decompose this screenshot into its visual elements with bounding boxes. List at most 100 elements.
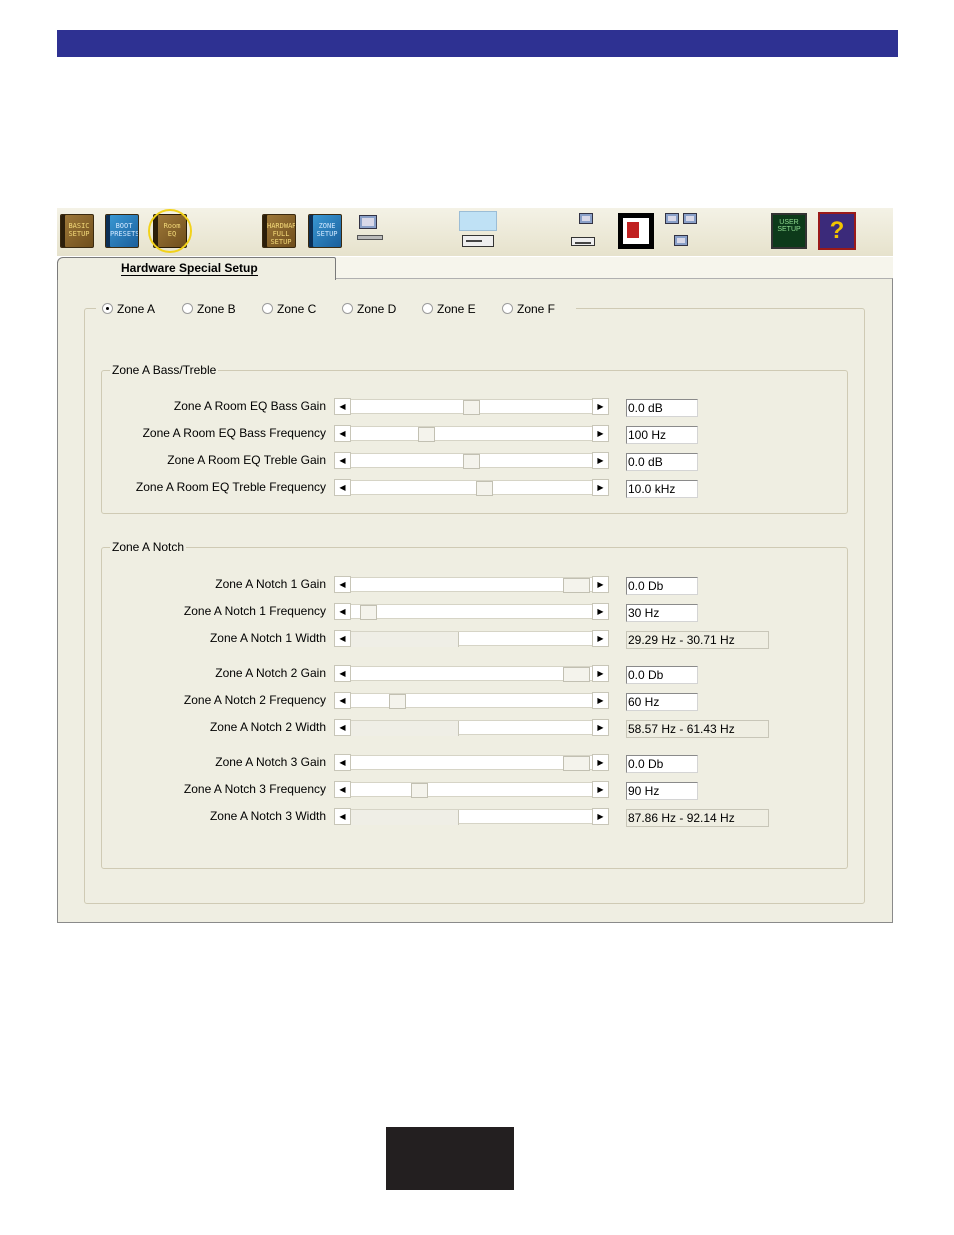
arrow-left-icon[interactable]: ◀ (334, 576, 351, 593)
arrow-left-icon[interactable]: ◀ (334, 425, 351, 442)
slider-freq[interactable]: ◀ ▶ (334, 692, 609, 709)
slider-track[interactable] (351, 480, 592, 496)
zone-radio-d[interactable]: Zone D (342, 302, 396, 316)
slider-track[interactable] (351, 631, 592, 647)
slider-thumb[interactable] (418, 427, 435, 442)
value-field[interactable]: 0.0 dB (626, 453, 698, 471)
slider-thumb[interactable] (476, 481, 493, 496)
selected-ring (148, 209, 192, 253)
slider-eq[interactable]: ◀ ▶ (334, 452, 609, 469)
slider-track[interactable] (351, 755, 592, 771)
basic-setup-button[interactable]: BASIC SETUP (57, 211, 97, 251)
slider-thumb[interactable] (563, 578, 590, 593)
arrow-left-icon[interactable]: ◀ (334, 719, 351, 736)
slider-track[interactable] (351, 426, 592, 442)
network-button[interactable] (616, 211, 656, 251)
zone-setup-icon: ZONE SETUP (308, 214, 342, 248)
slider-gain[interactable]: ◀ ▶ (334, 665, 609, 682)
value-field[interactable]: 10.0 kHz (626, 480, 698, 498)
value-field[interactable]: 0.0 Db (626, 755, 698, 773)
value-field[interactable]: 60 Hz (626, 693, 698, 711)
arrow-right-icon[interactable]: ▶ (592, 398, 609, 415)
slider-freq[interactable]: ◀ ▶ (334, 781, 609, 798)
value-readout: 87.86 Hz - 92.14 Hz (626, 809, 769, 827)
arrow-left-icon[interactable]: ◀ (334, 603, 351, 620)
slider-thumb[interactable] (360, 605, 377, 620)
slider-thumb[interactable] (463, 400, 480, 415)
slider-track[interactable] (351, 720, 592, 736)
room-eq-button[interactable]: Room EQ (148, 209, 192, 253)
user-setup-icon: USER SETUP (771, 213, 807, 249)
slider-track[interactable] (351, 604, 592, 620)
arrow-left-icon[interactable]: ◀ (334, 452, 351, 469)
slider-track[interactable] (351, 809, 592, 825)
value-field[interactable]: 30 Hz (626, 604, 698, 622)
slider-track[interactable] (351, 782, 592, 798)
arrow-right-icon[interactable]: ▶ (592, 781, 609, 798)
value-field[interactable]: 0.0 Db (626, 666, 698, 684)
value-field[interactable]: 0.0 Db (626, 577, 698, 595)
zone-radio-e[interactable]: Zone E (422, 302, 476, 316)
slider-eq[interactable]: ◀ ▶ (334, 425, 609, 442)
slider-track[interactable] (351, 577, 592, 593)
arrow-right-icon[interactable]: ▶ (592, 576, 609, 593)
help-button[interactable]: ? (817, 211, 857, 251)
value-field[interactable]: 0.0 dB (626, 399, 698, 417)
arrow-right-icon[interactable]: ▶ (592, 603, 609, 620)
slider-width[interactable]: ◀ ▶ (334, 808, 609, 825)
device-link-button[interactable] (569, 211, 609, 251)
page-number-block (386, 1127, 514, 1190)
boot-presets-button[interactable]: BOOT PRESETS (102, 211, 142, 251)
arrow-right-icon[interactable]: ▶ (592, 452, 609, 469)
slider-thumb[interactable] (563, 667, 590, 682)
slider-eq[interactable]: ◀ ▶ (334, 479, 609, 496)
arrow-right-icon[interactable]: ▶ (592, 479, 609, 496)
computer-button[interactable] (351, 211, 391, 251)
network-computers-button[interactable] (661, 211, 701, 251)
slider-width[interactable]: ◀ ▶ (334, 719, 609, 736)
slider-track[interactable] (351, 453, 592, 469)
slider-gain[interactable]: ◀ ▶ (334, 576, 609, 593)
slider-track[interactable] (351, 399, 592, 415)
arrow-left-icon[interactable]: ◀ (334, 665, 351, 682)
top-banner-bar (57, 30, 898, 57)
zone-radio-b[interactable]: Zone B (182, 302, 236, 316)
slider-thumb[interactable] (411, 783, 428, 798)
slider-freq[interactable]: ◀ ▶ (334, 603, 609, 620)
arrow-left-icon[interactable]: ◀ (334, 479, 351, 496)
arrow-left-icon[interactable]: ◀ (334, 630, 351, 647)
row-label: Zone A Room EQ Treble Frequency (135, 480, 326, 494)
arrow-left-icon[interactable]: ◀ (334, 781, 351, 798)
slider-gain[interactable]: ◀ ▶ (334, 754, 609, 771)
hardware-full-setup-button[interactable]: HARDWARE FULL SETUP (259, 211, 299, 251)
arrow-left-icon[interactable]: ◀ (334, 692, 351, 709)
arrow-right-icon[interactable]: ▶ (592, 630, 609, 647)
value-field[interactable]: 100 Hz (626, 426, 698, 444)
arrow-right-icon[interactable]: ▶ (592, 754, 609, 771)
slider-track[interactable] (351, 666, 592, 682)
arrow-right-icon[interactable]: ▶ (592, 719, 609, 736)
value-field[interactable]: 90 Hz (626, 782, 698, 800)
slider-thumb[interactable] (563, 756, 590, 771)
arrow-left-icon[interactable]: ◀ (334, 808, 351, 825)
slider-thumb[interactable] (463, 454, 480, 469)
slider-thumb[interactable] (389, 694, 406, 709)
zone-radio-a[interactable]: Zone A (102, 302, 155, 316)
arrow-right-icon[interactable]: ▶ (592, 425, 609, 442)
radio-dot-icon (182, 303, 193, 314)
tab-hardware-special-setup[interactable]: Hardware Special Setup (57, 257, 336, 280)
user-setup-button[interactable]: USER SETUP (769, 211, 809, 251)
slider-width[interactable]: ◀ ▶ (334, 630, 609, 647)
zone-radio-c[interactable]: Zone C (262, 302, 316, 316)
slider-track[interactable] (351, 693, 592, 709)
zone-setup-button[interactable]: ZONE SETUP (305, 211, 345, 251)
receiver-button[interactable] (457, 211, 497, 251)
row-label: Zone A Room EQ Bass Frequency (142, 426, 326, 440)
slider-eq[interactable]: ◀ ▶ (334, 398, 609, 415)
arrow-left-icon[interactable]: ◀ (334, 754, 351, 771)
zone-radio-f[interactable]: Zone F (502, 302, 555, 316)
arrow-left-icon[interactable]: ◀ (334, 398, 351, 415)
arrow-right-icon[interactable]: ▶ (592, 692, 609, 709)
arrow-right-icon[interactable]: ▶ (592, 665, 609, 682)
arrow-right-icon[interactable]: ▶ (592, 808, 609, 825)
